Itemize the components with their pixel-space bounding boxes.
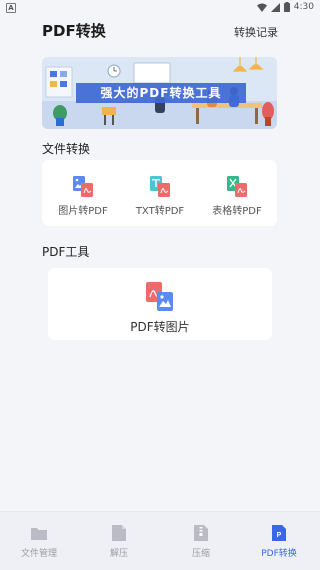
pdf-tools-section-title: PDF工具 — [42, 245, 90, 259]
zip-icon — [193, 524, 209, 542]
nav-item-file-manager[interactable]: 文件管理 — [4, 524, 74, 559]
pdf-to-image-label: PDF转图片 — [130, 320, 190, 334]
pdf-to-image-icon — [145, 280, 175, 312]
excel-to-pdf-icon — [226, 174, 248, 198]
nav-label-compress: 压缩 — [191, 549, 210, 559]
promo-banner[interactable]: 强大的PDF转换工具 — [42, 57, 277, 129]
wifi-icon — [256, 3, 267, 12]
nav-label-file-manager: 文件管理 — [20, 549, 57, 559]
svg-text:P: P — [277, 532, 282, 539]
bottom-nav: 文件管理 解压 压缩 P PDF转换 — [0, 511, 320, 570]
file-convert-card: 图片转PDF TXT转PDF 表格转PDF — [42, 160, 277, 226]
nav-label-pdf-convert: PDF转换 — [261, 549, 297, 559]
battery-icon — [283, 2, 290, 12]
nav-item-pdf-convert[interactable]: P PDF转换 — [244, 524, 314, 559]
pdf-tools-card: PDF转图片 — [48, 268, 272, 340]
document-icon — [111, 524, 127, 542]
clock: 4:30 — [293, 2, 314, 12]
nav-item-unzip[interactable]: 解压 — [84, 524, 154, 559]
status-right: 4:30 — [256, 2, 314, 12]
folder-icon — [31, 524, 47, 542]
status-left: A — [6, 3, 16, 13]
txt-to-pdf-button[interactable]: TXT转PDF — [120, 174, 200, 217]
txt-to-pdf-label: TXT转PDF — [135, 206, 185, 217]
pdf-icon: P — [271, 524, 287, 542]
status-bar: A 4:30 — [0, 0, 320, 16]
image-to-pdf-label: 图片转PDF — [58, 206, 108, 217]
page-title: PDF转换 — [42, 22, 106, 40]
conversion-history-link[interactable]: 转换记录 — [234, 24, 278, 40]
notification-icon: A — [6, 3, 16, 13]
nav-item-compress[interactable]: 压缩 — [166, 524, 236, 559]
signal-icon — [270, 2, 280, 12]
image-to-pdf-button[interactable]: 图片转PDF — [43, 174, 123, 217]
excel-to-pdf-button[interactable]: 表格转PDF — [197, 174, 277, 217]
image-to-pdf-icon — [72, 174, 94, 198]
nav-label-unzip: 解压 — [109, 549, 128, 559]
banner-title: 强大的PDF转换工具 — [76, 83, 246, 103]
excel-to-pdf-label: 表格转PDF — [212, 206, 262, 217]
file-convert-section-title: 文件转换 — [42, 142, 91, 156]
txt-to-pdf-icon — [149, 174, 171, 198]
pdf-to-image-button[interactable]: PDF转图片 — [120, 280, 200, 335]
